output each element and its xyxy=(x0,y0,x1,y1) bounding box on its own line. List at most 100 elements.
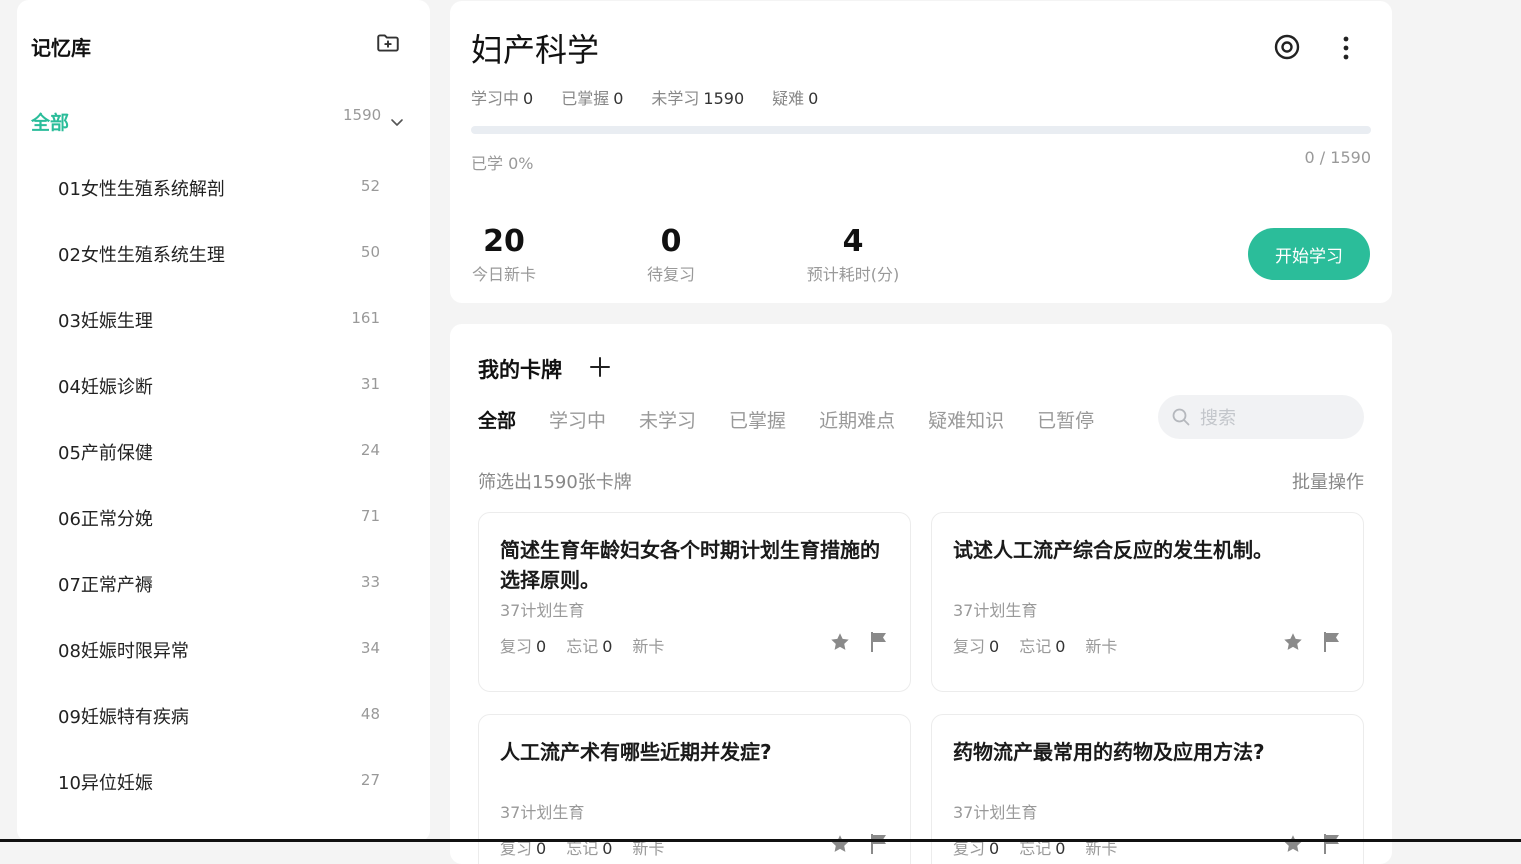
metric-label: 预计耗时(分) xyxy=(806,265,900,284)
sidebar-deck-list: 01女性生殖系统解剖 52 02女性生殖系统生理 50 03妊娠生理 161 04妊娠… xyxy=(17,155,430,815)
flag-icon[interactable] xyxy=(1322,833,1342,855)
deck-title: 妇产科学 xyxy=(471,31,600,69)
sidebar-item-label: 03妊娠生理 xyxy=(58,311,153,332)
sidebar-item-count: 48 xyxy=(360,705,380,723)
question-card[interactable]: 试述人工流产综合反应的发生机制。 37计划生育 复习 0 忘记 0 新卡 xyxy=(931,512,1364,692)
tab-unlearned[interactable]: 未学习 xyxy=(639,406,696,433)
sidebar-title: 记忆库 xyxy=(31,36,91,60)
sidebar-item-label: 09妊娠特有疾病 xyxy=(58,707,189,728)
sidebar-item-all[interactable]: 全部 xyxy=(31,108,69,135)
tab-learning[interactable]: 学习中 xyxy=(549,406,606,433)
card-category: 37计划生育 xyxy=(953,601,1038,620)
batch-operation-link[interactable]: 批量操作 xyxy=(1292,468,1364,494)
sidebar-item-label: 02女性生殖系统生理 xyxy=(58,245,225,266)
metric-estimated-time: 4 预计耗时(分) xyxy=(806,223,900,285)
stat-mastered: 已掌握 0 xyxy=(561,85,623,109)
star-icon[interactable] xyxy=(829,631,851,653)
question-card[interactable]: 简述生育年龄妇女各个时期计划生育措施的选择原则。 37计划生育 复习 0 忘记 0 … xyxy=(478,512,911,692)
sidebar: 记忆库 全部 1590 01女性生殖系统解剖 52 02女性生殖系统生理 50 03… xyxy=(17,0,430,842)
sidebar-item-count: 33 xyxy=(360,573,380,591)
meta-value: 0 xyxy=(989,637,1000,656)
sidebar-item-label: 10异位妊娠 xyxy=(58,773,153,794)
stat-value: 1590 xyxy=(703,89,745,108)
sidebar-item-label: 04妊娠诊断 xyxy=(58,377,153,398)
star-icon[interactable] xyxy=(1282,833,1304,855)
metric-new-cards: 20 今日新卡 xyxy=(471,223,537,285)
metric-value: 20 xyxy=(483,224,525,259)
plus-icon[interactable] xyxy=(588,355,612,379)
metric-value: 0 xyxy=(660,224,682,259)
stat-label: 疑难 xyxy=(772,89,805,108)
cards-panel: 我的卡牌 全部 学习中 未学习 已掌握 近期难点 疑难知识 已暂停 筛选出159… xyxy=(450,324,1392,864)
card-question: 人工流产术有哪些近期并发症? xyxy=(500,740,772,764)
cards-panel-title: 我的卡牌 xyxy=(478,358,562,382)
learned-percent: 已学 0% xyxy=(471,154,534,173)
sidebar-all-count: 1590 xyxy=(343,106,382,124)
tab-mastered[interactable]: 已掌握 xyxy=(729,406,786,433)
stat-difficult: 疑难 0 xyxy=(772,85,818,109)
sidebar-item[interactable]: 07正常产褥 33 xyxy=(17,551,430,617)
sidebar-item[interactable]: 09妊娠特有疾病 48 xyxy=(17,683,430,749)
metric-label: 今日新卡 xyxy=(471,265,536,284)
sidebar-item[interactable]: 02女性生殖系统生理 50 xyxy=(17,221,430,287)
sidebar-item-count: 31 xyxy=(360,375,380,393)
stat-value: 0 xyxy=(523,89,534,108)
card-filter-tabs: 全部 学习中 未学习 已掌握 近期难点 疑难知识 已暂停 xyxy=(478,406,1094,433)
chevron-down-icon[interactable] xyxy=(389,114,405,130)
deck-overview-card: 妇产科学 学习中 0 已掌握 0 未学习 1590 疑难 0 已学 0% 0 / 159… xyxy=(450,1,1392,303)
sidebar-item[interactable]: 05产前保健 24 xyxy=(17,419,430,485)
flag-icon[interactable] xyxy=(869,631,889,653)
sidebar-item-count: 24 xyxy=(360,441,380,459)
sidebar-item[interactable]: 03妊娠生理 161 xyxy=(17,287,430,353)
sidebar-item[interactable]: 10异位妊娠 27 xyxy=(17,749,430,815)
card-forget-count: 忘记 0 xyxy=(566,633,612,657)
sidebar-item-label: 08妊娠时限异常 xyxy=(58,641,189,662)
progress-bar xyxy=(471,126,1371,134)
sidebar-item[interactable]: 08妊娠时限异常 34 xyxy=(17,617,430,683)
card-category: 37计划生育 xyxy=(500,601,585,620)
search-input[interactable] xyxy=(1198,402,1352,434)
learned-ratio: 0 / 1590 xyxy=(1304,148,1371,167)
sidebar-item-label: 01女性生殖系统解剖 xyxy=(58,179,225,200)
meta-label: 忘记 xyxy=(1019,637,1052,656)
sidebar-item-label: 07正常产褥 xyxy=(58,575,153,596)
card-status: 新卡 xyxy=(1085,637,1118,656)
card-meta: 复习 0 忘记 0 新卡 xyxy=(953,633,1117,657)
tab-difficult-knowledge[interactable]: 疑难知识 xyxy=(928,406,1004,433)
meta-label: 复习 xyxy=(953,637,986,656)
sidebar-item-count: 34 xyxy=(360,639,380,657)
start-learning-button[interactable]: 开始学习 xyxy=(1248,228,1370,280)
tab-recent-difficult[interactable]: 近期难点 xyxy=(819,406,895,433)
card-forget-count: 忘记 0 xyxy=(1019,633,1065,657)
tab-paused[interactable]: 已暂停 xyxy=(1037,406,1094,433)
stat-learning: 学习中 0 xyxy=(471,85,533,109)
sidebar-item-label: 06正常分娩 xyxy=(58,509,153,530)
sidebar-item-label: 05产前保健 xyxy=(58,443,153,464)
card-meta: 复习 0 忘记 0 新卡 xyxy=(500,633,664,657)
metric-to-review: 0 待复习 xyxy=(646,223,696,285)
stat-value: 0 xyxy=(613,89,624,108)
star-icon[interactable] xyxy=(829,833,851,855)
stat-label: 学习中 xyxy=(471,89,520,108)
search-icon xyxy=(1172,408,1190,426)
meta-value: 0 xyxy=(602,637,613,656)
stat-value: 0 xyxy=(808,89,819,108)
sidebar-item[interactable]: 06正常分娩 71 xyxy=(17,485,430,551)
target-settings-icon[interactable] xyxy=(1272,32,1302,62)
card-question: 药物流产最常用的药物及应用方法? xyxy=(953,740,1265,764)
star-icon[interactable] xyxy=(1282,631,1304,653)
card-category: 37计划生育 xyxy=(953,803,1038,822)
tab-all[interactable]: 全部 xyxy=(478,406,516,433)
folder-plus-icon[interactable] xyxy=(375,30,401,56)
sidebar-item-count: 52 xyxy=(360,177,380,195)
meta-value: 0 xyxy=(1055,637,1066,656)
flag-icon[interactable] xyxy=(1322,631,1342,653)
card-review-count: 复习 0 xyxy=(500,633,546,657)
flag-icon[interactable] xyxy=(869,833,889,855)
search-box xyxy=(1158,395,1364,439)
meta-label: 复习 xyxy=(500,637,533,656)
sidebar-item[interactable]: 04妊娠诊断 31 xyxy=(17,353,430,419)
sidebar-item-count: 161 xyxy=(351,309,380,327)
more-vertical-icon[interactable] xyxy=(1334,34,1358,62)
sidebar-item[interactable]: 01女性生殖系统解剖 52 xyxy=(17,155,430,221)
